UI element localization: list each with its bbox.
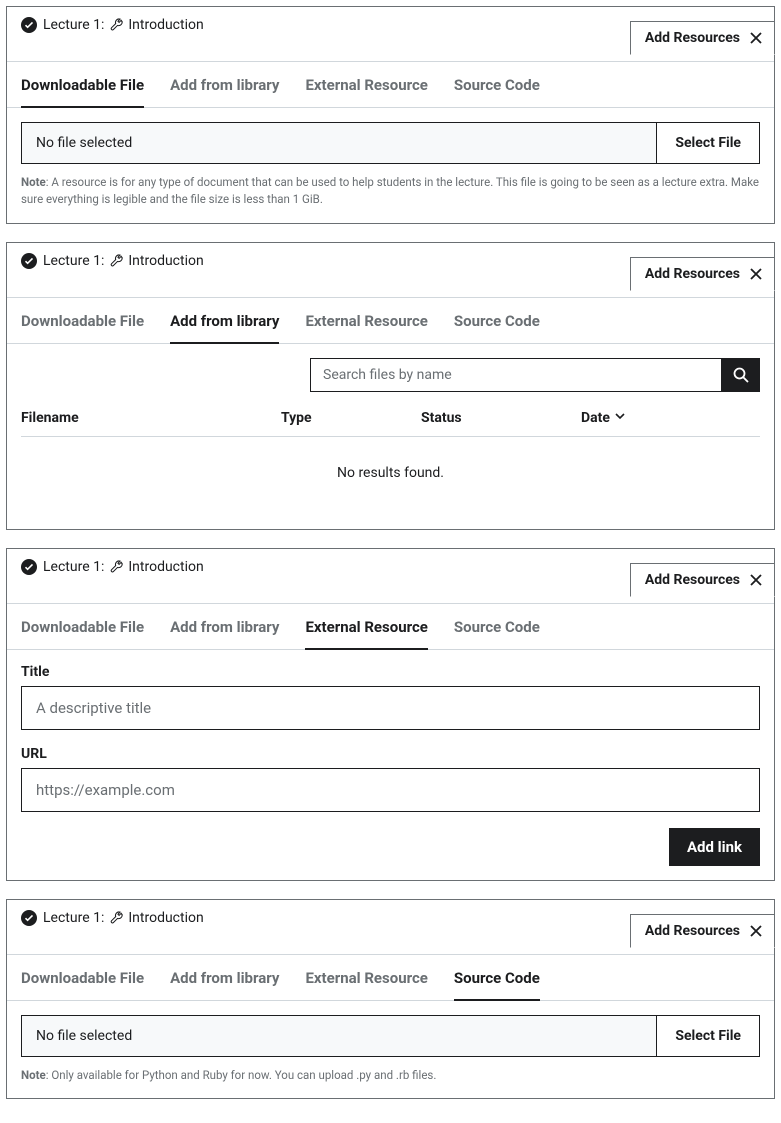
file-select-row: No file selected Select File bbox=[21, 1015, 760, 1057]
tabs: Downloadable File Add from library Exter… bbox=[7, 955, 774, 1001]
check-circle-icon bbox=[21, 910, 37, 926]
add-resources-tab: Add Resources bbox=[630, 563, 775, 597]
title-input[interactable] bbox=[21, 686, 760, 730]
add-resources-label: Add Resources bbox=[645, 923, 740, 939]
tab-external-resource[interactable]: External Resource bbox=[305, 298, 427, 343]
add-resources-tab: Add Resources bbox=[630, 914, 775, 948]
tab-external-resource[interactable]: External Resource bbox=[305, 62, 427, 107]
lecture-panel-downloadable: Lecture 1: Introduction Add Resources Do… bbox=[6, 6, 775, 224]
select-file-button[interactable]: Select File bbox=[657, 123, 759, 163]
search-box bbox=[310, 358, 760, 392]
tab-downloadable-file[interactable]: Downloadable File bbox=[21, 604, 144, 649]
panel-body: Filename Type Status Date No results fou… bbox=[7, 344, 774, 529]
panel-body: Title URL Add link bbox=[7, 650, 774, 880]
search-input[interactable] bbox=[310, 358, 722, 392]
tabs-container: Downloadable File Add from library Exter… bbox=[7, 954, 774, 1001]
close-icon[interactable] bbox=[748, 266, 764, 282]
table-header: Filename Type Status Date bbox=[21, 410, 760, 437]
tab-add-from-library[interactable]: Add from library bbox=[170, 604, 279, 649]
panel-body: No file selected Select File Note: A res… bbox=[7, 108, 774, 223]
tabs-container: Downloadable File Add from library Exter… bbox=[7, 61, 774, 108]
check-circle-icon bbox=[21, 559, 37, 575]
search-row bbox=[21, 358, 760, 392]
add-resources-tab: Add Resources bbox=[630, 21, 775, 55]
note-text: Note: A resource is for any type of docu… bbox=[21, 174, 760, 209]
add-resources-label: Add Resources bbox=[645, 572, 740, 588]
panel-body: No file selected Select File Note: Only … bbox=[7, 1001, 774, 1098]
lecture-panel-library: Lecture 1: Introduction Add Resources Do… bbox=[6, 242, 775, 530]
tab-add-from-library[interactable]: Add from library bbox=[170, 298, 279, 344]
url-input[interactable] bbox=[21, 768, 760, 812]
close-icon[interactable] bbox=[748, 572, 764, 588]
tabs: Downloadable File Add from library Exter… bbox=[7, 62, 774, 108]
panel-header: Lecture 1: Introduction Add Resources bbox=[7, 243, 774, 273]
wrench-icon bbox=[110, 254, 124, 268]
button-row: Add link bbox=[21, 828, 760, 866]
search-button[interactable] bbox=[722, 358, 760, 392]
url-label: URL bbox=[21, 746, 760, 762]
note-prefix: Note bbox=[21, 175, 46, 189]
select-file-button[interactable]: Select File bbox=[657, 1016, 759, 1056]
check-circle-icon bbox=[21, 253, 37, 269]
lecture-label: Lecture 1: bbox=[43, 253, 104, 269]
tab-source-code[interactable]: Source Code bbox=[454, 604, 540, 649]
panel-header: Lecture 1: Introduction Add Resources bbox=[7, 900, 774, 930]
tab-add-from-library[interactable]: Add from library bbox=[170, 62, 279, 107]
add-resources-tab: Add Resources bbox=[630, 257, 775, 291]
lecture-title: Introduction bbox=[128, 17, 203, 33]
panel-header: Lecture 1: Introduction Add Resources bbox=[7, 7, 774, 37]
wrench-icon bbox=[110, 18, 124, 32]
tab-source-code[interactable]: Source Code bbox=[454, 62, 540, 107]
tab-downloadable-file[interactable]: Downloadable File bbox=[21, 955, 144, 1000]
title-label: Title bbox=[21, 664, 760, 680]
tab-external-resource[interactable]: External Resource bbox=[305, 604, 427, 650]
column-date-label: Date bbox=[581, 410, 610, 426]
tab-source-code[interactable]: Source Code bbox=[454, 955, 540, 1001]
no-results-message: No results found. bbox=[21, 437, 760, 515]
tab-downloadable-file[interactable]: Downloadable File bbox=[21, 62, 144, 108]
close-icon[interactable] bbox=[748, 30, 764, 46]
lecture-title: Introduction bbox=[128, 559, 203, 575]
tabs-container: Downloadable File Add from library Exter… bbox=[7, 603, 774, 650]
chevron-down-icon bbox=[614, 410, 626, 426]
close-icon[interactable] bbox=[748, 923, 764, 939]
add-resources-label: Add Resources bbox=[645, 266, 740, 282]
file-select-row: No file selected Select File bbox=[21, 122, 760, 164]
tabs: Downloadable File Add from library Exter… bbox=[7, 298, 774, 344]
lecture-label: Lecture 1: bbox=[43, 910, 104, 926]
file-select-status: No file selected bbox=[22, 1016, 657, 1056]
lecture-label: Lecture 1: bbox=[43, 17, 104, 33]
tab-source-code[interactable]: Source Code bbox=[454, 298, 540, 343]
column-type[interactable]: Type bbox=[281, 410, 421, 426]
lecture-title: Introduction bbox=[128, 253, 203, 269]
note-text: Note: Only available for Python and Ruby… bbox=[21, 1067, 760, 1084]
check-circle-icon bbox=[21, 17, 37, 33]
file-select-status: No file selected bbox=[22, 123, 657, 163]
panel-header: Lecture 1: Introduction Add Resources bbox=[7, 549, 774, 579]
lecture-panel-source: Lecture 1: Introduction Add Resources Do… bbox=[6, 899, 775, 1099]
lecture-label: Lecture 1: bbox=[43, 559, 104, 575]
wrench-icon bbox=[110, 911, 124, 925]
tab-add-from-library[interactable]: Add from library bbox=[170, 955, 279, 1000]
tab-downloadable-file[interactable]: Downloadable File bbox=[21, 298, 144, 343]
add-resources-label: Add Resources bbox=[645, 30, 740, 46]
tabs-container: Downloadable File Add from library Exter… bbox=[7, 297, 774, 344]
note-body: : Only available for Python and Ruby for… bbox=[46, 1068, 437, 1082]
column-filename[interactable]: Filename bbox=[21, 410, 281, 426]
column-date[interactable]: Date bbox=[581, 410, 760, 426]
note-prefix: Note bbox=[21, 1068, 46, 1082]
wrench-icon bbox=[110, 560, 124, 574]
note-body: : A resource is for any type of document… bbox=[21, 175, 759, 206]
lecture-title: Introduction bbox=[128, 910, 203, 926]
tab-external-resource[interactable]: External Resource bbox=[305, 955, 427, 1000]
column-status[interactable]: Status bbox=[421, 410, 581, 426]
tabs: Downloadable File Add from library Exter… bbox=[7, 604, 774, 650]
add-link-button[interactable]: Add link bbox=[669, 828, 760, 866]
lecture-panel-external: Lecture 1: Introduction Add Resources Do… bbox=[6, 548, 775, 881]
search-icon bbox=[732, 366, 750, 384]
